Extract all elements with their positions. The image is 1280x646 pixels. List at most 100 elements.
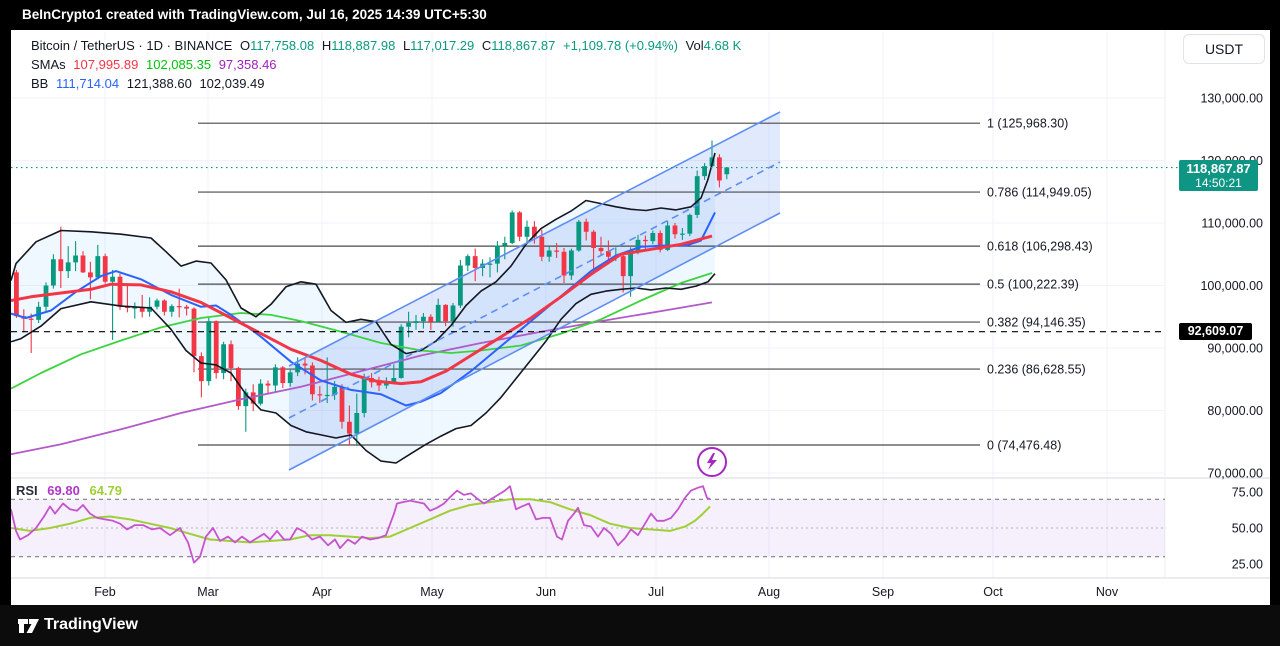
- chart-legend: Bitcoin / TetherUS · 1D · BINANCE O117,7…: [31, 36, 745, 93]
- sma200-value: 97,358.46: [218, 57, 277, 72]
- symbol-ohlc-row: Bitcoin / TetherUS · 1D · BINANCE O117,7…: [31, 36, 745, 55]
- candle: [354, 413, 360, 434]
- candle: [51, 259, 56, 286]
- time-axis[interactable]: Feb Mar Apr May Jun Jul Aug Sep Oct Nov: [94, 585, 1119, 599]
- candle: [73, 255, 78, 263]
- candle: [598, 248, 604, 252]
- fib-level-label: 0.382 (94,146.35): [987, 316, 1086, 330]
- candle: [495, 245, 500, 264]
- candle: [310, 365, 315, 395]
- attribution-bar: BeInCrypto1 created with TradingView.com…: [0, 0, 1280, 30]
- sma-legend-row: SMAs 107,995.89 102,085.35 97,358.46: [31, 55, 745, 74]
- candle: [524, 226, 530, 237]
- footer-bar: TradingView: [0, 605, 1280, 646]
- rsi-tick-label: 75.00: [1232, 486, 1263, 500]
- month-tick-label: Jul: [648, 585, 664, 599]
- bb-upper-value: 121,388.60: [126, 76, 192, 91]
- candle: [465, 256, 471, 266]
- attribution-text: BeInCrypto1 created with TradingView.com…: [22, 7, 487, 22]
- rsi-value: 69.80: [47, 483, 80, 498]
- candle: [591, 231, 596, 248]
- rsi-ma-value: 64.79: [89, 483, 123, 498]
- month-tick-label: Mar: [197, 585, 219, 599]
- close-label: C: [481, 38, 492, 53]
- candle: [539, 236, 545, 257]
- candle: [14, 272, 19, 317]
- price-tick-label: 100,000.00: [1200, 279, 1263, 293]
- candle: [287, 372, 293, 383]
- high-value: 118,887.98: [331, 38, 396, 53]
- tradingview-brand-text[interactable]: TradingView: [44, 616, 138, 634]
- candle: [324, 394, 330, 397]
- channel-fill[interactable]: [289, 112, 780, 470]
- month-tick-label: Aug: [758, 585, 780, 599]
- sma-label[interactable]: SMAs: [31, 57, 66, 72]
- candle: [443, 304, 448, 322]
- rsi-pane[interactable]: [11, 485, 1165, 564]
- bar-countdown-timer: 14:50:21: [1195, 176, 1242, 190]
- fib-level-label: 0.236 (86,628.55): [987, 363, 1086, 377]
- candle: [672, 225, 678, 235]
- price-tick-label: 80,000.00: [1207, 404, 1263, 418]
- candle: [88, 272, 93, 278]
- bb-label[interactable]: BB: [31, 76, 48, 91]
- symbol-title[interactable]: Bitcoin / TetherUS · 1D · BINANCE: [31, 38, 232, 53]
- price-tick-label: 70,000.00: [1207, 467, 1263, 481]
- lightning-icon: [707, 453, 717, 470]
- candle: [620, 256, 626, 277]
- month-tick-label: May: [420, 585, 444, 599]
- chart-panel[interactable]: 1 (125,968.30) 0.786 (114,949.05) 0.618 (1…: [11, 30, 1270, 605]
- change-value: +1,109.78 (+0.94%): [563, 38, 678, 53]
- candle: [199, 356, 204, 382]
- candle: [347, 421, 352, 434]
- month-tick-label: Nov: [1096, 585, 1119, 599]
- candle: [694, 176, 700, 215]
- rsi-label[interactable]: RSI: [16, 483, 38, 498]
- candle: [650, 233, 656, 242]
- candle: [554, 250, 559, 252]
- candle: [428, 316, 434, 322]
- candle: [502, 243, 508, 246]
- bb-legend-row: BB 111,714.04 121,388.60 102,039.49: [31, 74, 745, 93]
- fib-level-label: 0.618 (106,298.43): [987, 240, 1093, 254]
- open-value: 117,758.08: [250, 38, 315, 53]
- candle: [435, 304, 441, 322]
- candle: [228, 344, 234, 368]
- tradingview-logo-icon[interactable]: [18, 617, 40, 635]
- bb-lower-value: 102,039.49: [199, 76, 265, 91]
- low-value: 117,017.29: [410, 38, 475, 53]
- candle: [58, 259, 64, 272]
- candle: [191, 308, 197, 357]
- candle: [169, 306, 175, 312]
- last-price-badge: 118,867.87 14:50:21: [1179, 160, 1258, 191]
- candle: [413, 321, 419, 323]
- channel-mid-line[interactable]: [288, 161, 781, 419]
- chart-canvas[interactable]: 1 (125,968.30) 0.786 (114,949.05) 0.618 (1…: [11, 30, 1270, 605]
- last-price-value: 118,867.87: [1186, 161, 1251, 176]
- bb-basis-value: 111,714.04: [55, 76, 120, 91]
- close-value: 118,867.87: [491, 38, 556, 53]
- candle: [421, 316, 426, 322]
- candle: [95, 256, 101, 278]
- currency-toggle-button[interactable]: USDT: [1183, 34, 1265, 64]
- rsi-tick-label: 25.00: [1232, 558, 1263, 572]
- rsi-legend: RSI 69.80 64.79: [16, 483, 128, 498]
- candle: [487, 263, 493, 265]
- candle: [561, 251, 567, 276]
- month-tick-label: Sep: [872, 585, 894, 599]
- candle: [472, 256, 478, 268]
- candle: [302, 363, 308, 366]
- candle: [162, 300, 167, 312]
- candle: [317, 394, 323, 396]
- fib-level-label: 1 (125,968.30): [987, 117, 1068, 131]
- candle: [680, 233, 685, 235]
- fib-level-label: 0 (74,476.48): [987, 439, 1061, 453]
- month-tick-label: Jun: [536, 585, 556, 599]
- tradingview-chart-screenshot: BeInCrypto1 created with TradingView.com…: [0, 0, 1280, 646]
- candle: [110, 276, 115, 282]
- candle: [184, 306, 189, 309]
- candle: [606, 251, 611, 257]
- alert-price-badge: 92,609.07: [1179, 323, 1252, 340]
- lightning-marker[interactable]: [697, 447, 727, 477]
- fib-level-label: 0.786 (114,949.05): [987, 186, 1092, 200]
